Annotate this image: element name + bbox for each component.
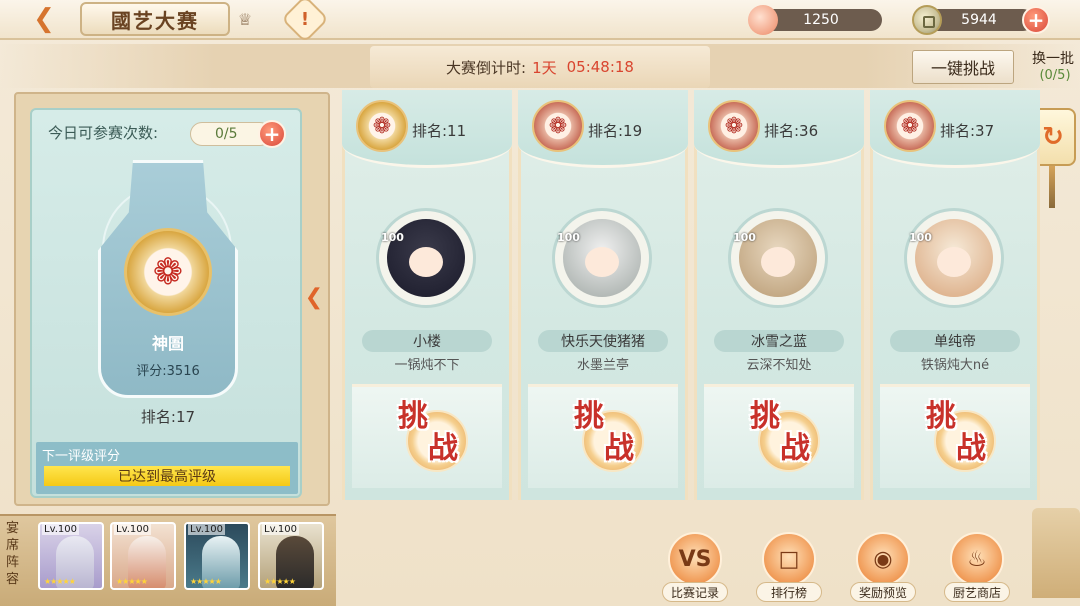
hero-stars: ★★★★★: [44, 577, 76, 586]
challenge-label: 挑 战: [574, 399, 634, 466]
team-hero-card[interactable]: Lv.100 ★★★★★: [38, 522, 104, 590]
avatar-face: [585, 247, 619, 277]
swap-batch-count: (0/5): [1039, 68, 1071, 83]
team-label: 宴席阵容: [6, 521, 20, 587]
challenge-label: 挑 战: [926, 399, 986, 466]
countdown-timer: 大赛倒计时: 1天 05:48:18: [370, 46, 710, 88]
avatar-face: [761, 247, 795, 277]
player-score: 评分:3516: [136, 364, 200, 379]
countdown-time: 05:48:18: [566, 58, 634, 76]
opponent-name: 单纯帝: [890, 330, 1020, 352]
opponent-guild: 一锅炖不下: [394, 358, 460, 373]
peach-amount: 1250: [803, 12, 839, 28]
challenge-char-bottom: 战: [428, 431, 458, 466]
grade-name: 神圄: [151, 334, 184, 353]
coin-icon: [912, 5, 942, 35]
rank-badge-icon: ❁: [532, 100, 584, 152]
opponent-avatar[interactable]: 100: [728, 208, 828, 308]
match-record-button[interactable]: VS 比赛记录: [662, 532, 728, 602]
challenge-char-top: 挑: [398, 399, 428, 434]
next-grade-label: 下一评级评分: [42, 449, 121, 464]
cooking-shop-label: 厨艺商店: [944, 582, 1010, 602]
rank-badge-icon: ❁: [884, 100, 936, 152]
leaderboard-button[interactable]: □ 排行榜: [756, 532, 822, 602]
tassel-decoration: [1049, 166, 1055, 208]
challenge-button[interactable]: 挑 战: [908, 392, 1002, 474]
add-coins-button[interactable]: +: [1022, 6, 1050, 34]
peach-currency-bar: 1250: [760, 9, 882, 31]
challenge-char-bottom: 战: [780, 431, 810, 466]
leaderboard-label: 排行榜: [756, 582, 822, 602]
challenge-label: 挑 战: [398, 399, 458, 466]
coin-amount: 5944: [961, 12, 997, 28]
page-title: 國艺大赛: [80, 2, 230, 36]
peach-icon: [748, 5, 778, 35]
countdown-days: 1天: [532, 58, 557, 77]
challenge-char-bottom: 战: [956, 431, 986, 466]
challenge-label: 挑 战: [750, 399, 810, 466]
team-hero-card[interactable]: Lv.100 ★★★★★: [258, 522, 324, 590]
opponent-guild: 铁锅炖大né: [920, 358, 990, 373]
challenge-button[interactable]: 挑 战: [380, 392, 474, 474]
opponent-name: 小楼: [362, 330, 492, 352]
bowls-decoration: [1032, 508, 1080, 598]
challenge-char-top: 挑: [574, 399, 604, 434]
swap-batch-label[interactable]: 换一批: [1026, 48, 1080, 68]
opponent-rank: 排名:37: [940, 122, 995, 140]
cooking-shop-button[interactable]: ♨ 厨艺商店: [944, 532, 1010, 602]
opponent-name: 冰雪之蓝: [714, 330, 844, 352]
reward-preview-label: 奖励预览: [850, 582, 916, 602]
rank-badge-icon: ❁: [708, 100, 760, 152]
exclamation-icon: !: [300, 8, 310, 30]
grade-badge-icon: ❁: [124, 228, 212, 316]
avatar-level: 100: [381, 231, 404, 244]
reward-icon: ◉: [856, 532, 910, 586]
reward-preview-button[interactable]: ◉ 奖励预览: [850, 532, 916, 602]
avatar-face: [937, 247, 971, 277]
avatar-level: 100: [557, 231, 580, 244]
opponent-rank: 排名:19: [588, 122, 643, 140]
opponent-avatar[interactable]: 100: [904, 208, 1004, 308]
challenge-button[interactable]: 挑 战: [556, 392, 650, 474]
avatar-level: 100: [733, 231, 756, 244]
opponent-avatar[interactable]: 100: [552, 208, 652, 308]
opponent-guild: 水墨兰亭: [576, 358, 629, 373]
challenge-char-bottom: 战: [604, 431, 634, 466]
opponent-guild: 云深不知处: [746, 358, 812, 373]
opponent-name: 快乐天使猪猪: [538, 330, 668, 352]
player-rank: 排名:17: [140, 408, 196, 426]
shop-icon: ♨: [950, 532, 1004, 586]
hero-level: Lv.100: [42, 524, 79, 535]
hero-level: Lv.100: [188, 524, 225, 535]
back-arrow-icon[interactable]: ❮: [22, 2, 66, 36]
team-hero-card[interactable]: Lv.100 ★★★★★: [184, 522, 250, 590]
hero-stars: ★★★★★: [190, 577, 222, 586]
today-entries-label: 今日可参赛次数:: [48, 124, 159, 142]
hero-level: Lv.100: [114, 524, 151, 535]
max-grade-bar: 已达到最高评级: [44, 466, 290, 486]
hero-level: Lv.100: [262, 524, 299, 535]
vs-record-icon: VS: [668, 532, 722, 586]
avatar-level: 100: [909, 231, 932, 244]
challenge-char-top: 挑: [926, 399, 956, 434]
match-record-label: 比赛记录: [662, 582, 728, 602]
hero-stars: ★★★★★: [264, 577, 296, 586]
collapse-arrow-icon[interactable]: ❮: [302, 282, 326, 312]
challenge-char-top: 挑: [750, 399, 780, 434]
opponent-avatar[interactable]: 100: [376, 208, 476, 308]
opponent-rank: 排名:11: [412, 122, 467, 140]
one-key-challenge-button[interactable]: 一键挑战: [912, 50, 1014, 84]
add-entries-button[interactable]: +: [258, 120, 286, 148]
crown-icon[interactable]: ♕: [230, 4, 260, 34]
team-hero-card[interactable]: Lv.100 ★★★★★: [110, 522, 176, 590]
challenge-button[interactable]: 挑 战: [732, 392, 826, 474]
countdown-label: 大赛倒计时:: [446, 58, 527, 77]
rank-badge-icon: ❁: [356, 100, 408, 152]
avatar-face: [409, 247, 443, 277]
opponent-rank: 排名:36: [764, 122, 819, 140]
podium-icon: □: [762, 532, 816, 586]
hero-stars: ★★★★★: [116, 577, 148, 586]
